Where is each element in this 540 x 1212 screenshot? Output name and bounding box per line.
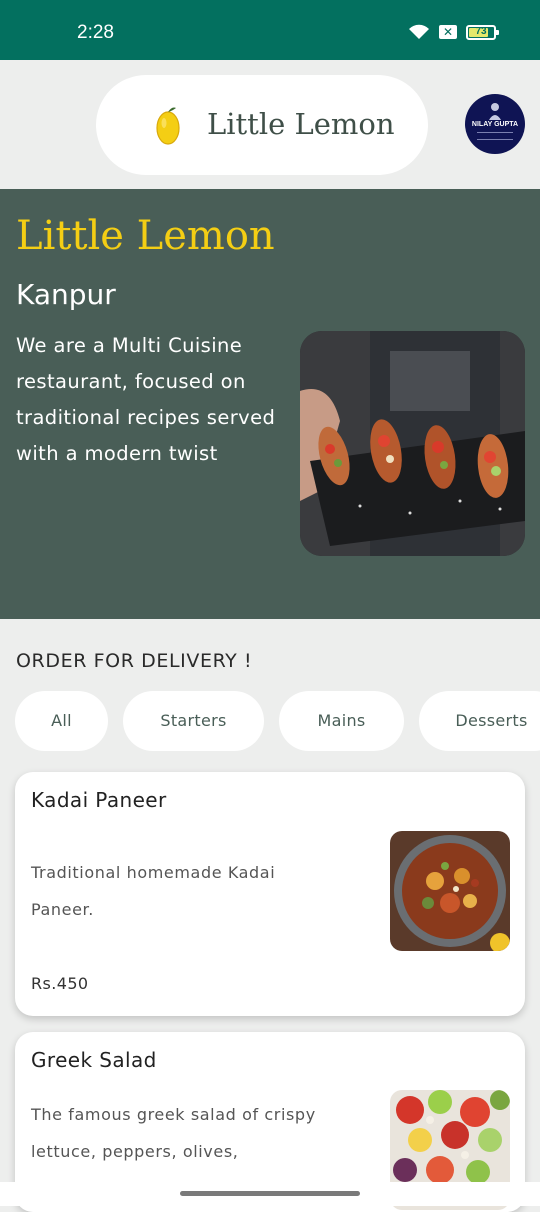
category-filter-list: All Starters Mains Desserts (15, 691, 540, 751)
status-bar: 2:28 ✕ 73 (0, 0, 540, 60)
hero-city: Kanpur (16, 278, 116, 311)
avatar-name: NILAY GUPTA (471, 121, 519, 128)
brand-name: Little Lemon (207, 107, 395, 141)
profile-avatar[interactable]: NILAY GUPTA (465, 94, 525, 154)
person-silhouette-icon (489, 103, 501, 120)
bruschetta-plate-image (300, 331, 525, 556)
hero-banner: Little Lemon Kanpur We are a Multi Cuisi… (0, 189, 540, 619)
menu-item-name: Kadai Paneer (31, 788, 167, 812)
menu-item-card[interactable]: Kadai Paneer Traditional homemade Kadai … (15, 772, 525, 1016)
menu-item-price: Rs.450 (31, 974, 89, 993)
category-starters-button[interactable]: Starters (123, 691, 264, 751)
category-all-button[interactable]: All (15, 691, 108, 751)
wifi-icon (409, 24, 429, 39)
app-header: Little Lemon NILAY GUPTA (0, 60, 540, 189)
hero-image (300, 331, 525, 556)
menu-item-description: Traditional homemade Kadai Paneer. (31, 863, 276, 919)
delivery-section-title: ORDER FOR DELIVERY ! (16, 650, 253, 672)
menu-item-name: Greek Salad (31, 1048, 157, 1072)
category-mains-button[interactable]: Mains (279, 691, 404, 751)
menu-item-image (390, 831, 510, 951)
home-indicator[interactable] (180, 1191, 360, 1196)
status-icons: ✕ 73 (408, 24, 499, 40)
brand-logo-pill[interactable]: Little Lemon (96, 75, 428, 175)
lemon-icon (156, 107, 180, 145)
battery-level: 73 (475, 25, 487, 37)
menu-item-description: The famous greek salad of crispy lettuce… (31, 1105, 316, 1161)
hero-title: Little Lemon (16, 213, 275, 259)
hero-description: We are a Multi Cuisine restaurant, focus… (16, 334, 276, 465)
avatar-subtitle-lines (477, 132, 513, 140)
status-time: 2:28 (77, 22, 114, 43)
close-box-icon: ✕ (439, 25, 457, 39)
battery-icon: 73 (466, 24, 499, 40)
kadai-paneer-image (390, 831, 510, 951)
gesture-nav-area (0, 1182, 540, 1206)
category-desserts-button[interactable]: Desserts (419, 691, 540, 751)
